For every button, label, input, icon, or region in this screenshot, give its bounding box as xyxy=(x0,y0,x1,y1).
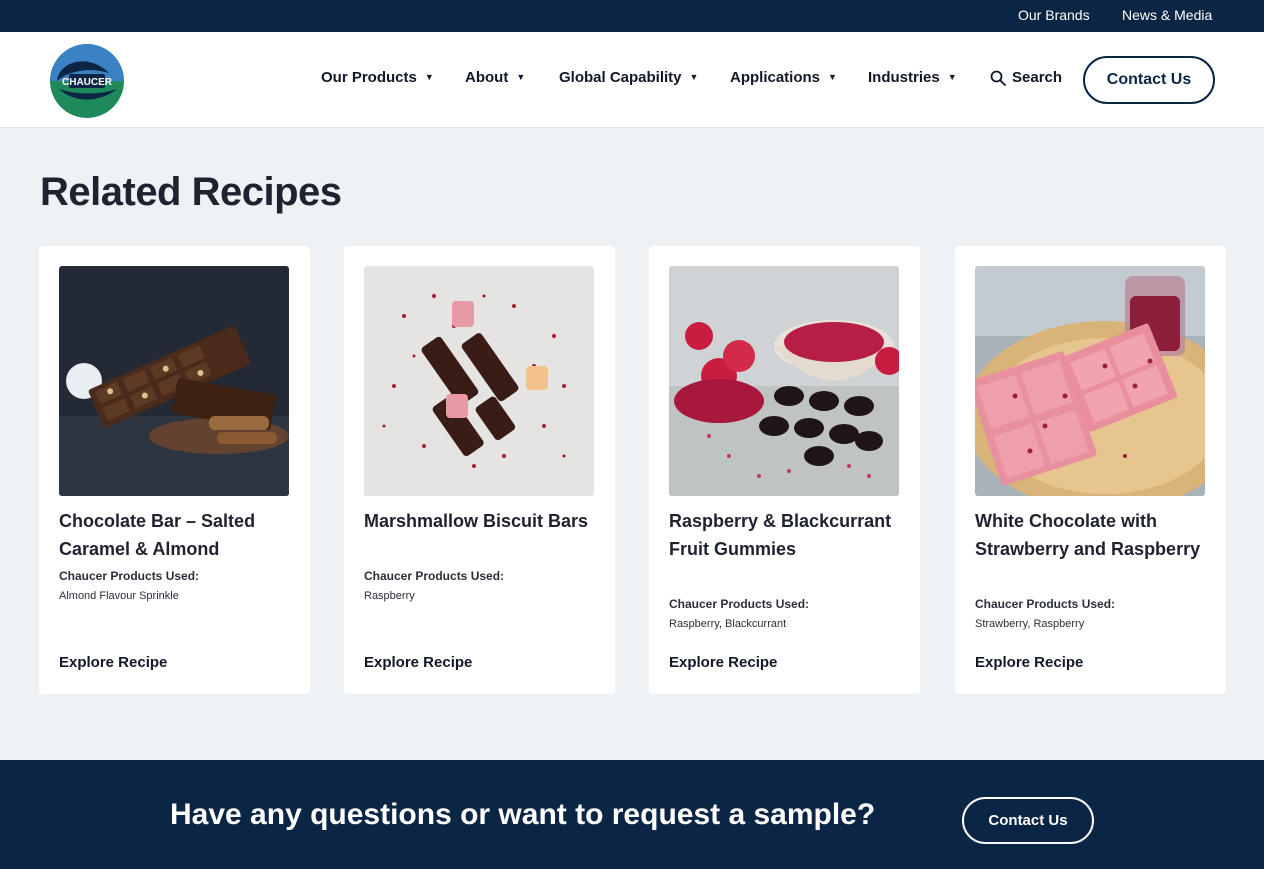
explore-recipe-link[interactable]: Explore Recipe xyxy=(364,654,472,671)
nav-label: Applications xyxy=(730,69,821,86)
search-label: Search xyxy=(1012,69,1063,86)
top-utility-bar: Our Brands News & Media xyxy=(0,0,1264,32)
chaucer-logo-mark: CHAUCER xyxy=(50,44,124,118)
products-used-label: Chaucer Products Used: xyxy=(975,597,1116,611)
products-used-value: Raspberry, Blackcurrant xyxy=(669,618,787,630)
main-header: CHAUCER Our Products ▼ About ▼ Global Capa… xyxy=(0,32,1264,128)
marshmallow-bars-photo xyxy=(364,266,594,496)
recipe-card[interactable]: Chocolate Bar – Salted Caramel & Almond … xyxy=(39,246,310,694)
recipe-image[interactable] xyxy=(669,266,899,496)
chaucer-logo[interactable]: CHAUCER xyxy=(49,43,125,119)
recipe-card[interactable]: White Chocolate with Strawberry and Rasp… xyxy=(955,246,1226,694)
recipe-image[interactable] xyxy=(59,266,289,496)
nav-our-products[interactable]: Our Products ▼ xyxy=(321,69,434,86)
news-media-link[interactable]: News & Media xyxy=(1122,7,1212,23)
nav-label: Our Products xyxy=(321,69,417,86)
sample-request-banner: Have any questions or want to request a … xyxy=(0,760,1264,869)
search-button[interactable]: Search xyxy=(990,69,1062,86)
explore-recipe-link[interactable]: Explore Recipe xyxy=(975,654,1083,671)
chocolate-bar-photo xyxy=(59,266,289,496)
page-title: Related Recipes xyxy=(40,170,342,214)
nav-applications[interactable]: Applications ▼ xyxy=(730,69,837,86)
recipe-title[interactable]: Chocolate Bar – Salted Caramel & Almond xyxy=(59,507,294,563)
products-used-label: Chaucer Products Used: xyxy=(669,597,810,611)
search-icon xyxy=(990,70,1006,86)
products-used-value: Raspberry xyxy=(364,590,415,602)
explore-recipe-link[interactable]: Explore Recipe xyxy=(59,654,167,671)
nav-global-capability[interactable]: Global Capability ▼ xyxy=(559,69,698,86)
recipe-card[interactable]: Marshmallow Biscuit Bars Chaucer Product… xyxy=(344,246,615,694)
products-used-label: Chaucer Products Used: xyxy=(364,569,505,583)
nav-label: Global Capability xyxy=(559,69,682,86)
caret-down-icon: ▼ xyxy=(947,72,957,82)
products-used-value: Almond Flavour Sprinkle xyxy=(59,590,179,602)
nav-label: Industries xyxy=(868,69,940,86)
recipe-title[interactable]: White Chocolate with Strawberry and Rasp… xyxy=(975,507,1210,563)
white-chocolate-photo xyxy=(975,266,1205,496)
caret-down-icon: ▼ xyxy=(828,72,837,82)
cta-question: Have any questions or want to request a … xyxy=(170,798,876,831)
recipe-title[interactable]: Raspberry & Blackcurrant Fruit Gummies xyxy=(669,507,904,563)
fruit-gummies-photo xyxy=(669,266,899,496)
nav-industries[interactable]: Industries ▼ xyxy=(868,69,957,86)
caret-down-icon: ▼ xyxy=(516,72,526,82)
products-used-value: Strawberry, Raspberry xyxy=(975,618,1085,630)
explore-recipe-link[interactable]: Explore Recipe xyxy=(669,654,777,671)
recipe-image[interactable] xyxy=(975,266,1205,496)
nav-about[interactable]: About ▼ xyxy=(465,69,525,86)
nav-label: About xyxy=(465,69,509,86)
caret-down-icon: ▼ xyxy=(424,72,434,82)
cta-contact-button[interactable]: Contact Us xyxy=(962,797,1094,844)
contact-us-button[interactable]: Contact Us xyxy=(1083,56,1215,104)
recipe-card[interactable]: Raspberry & Blackcurrant Fruit Gummies C… xyxy=(649,246,920,694)
products-used-label: Chaucer Products Used: xyxy=(59,569,200,583)
our-brands-link[interactable]: Our Brands xyxy=(1018,7,1090,23)
caret-down-icon: ▼ xyxy=(689,72,699,82)
svg-text:CHAUCER: CHAUCER xyxy=(62,77,113,88)
recipe-image[interactable] xyxy=(364,266,594,496)
recipe-title[interactable]: Marshmallow Biscuit Bars xyxy=(364,507,599,535)
